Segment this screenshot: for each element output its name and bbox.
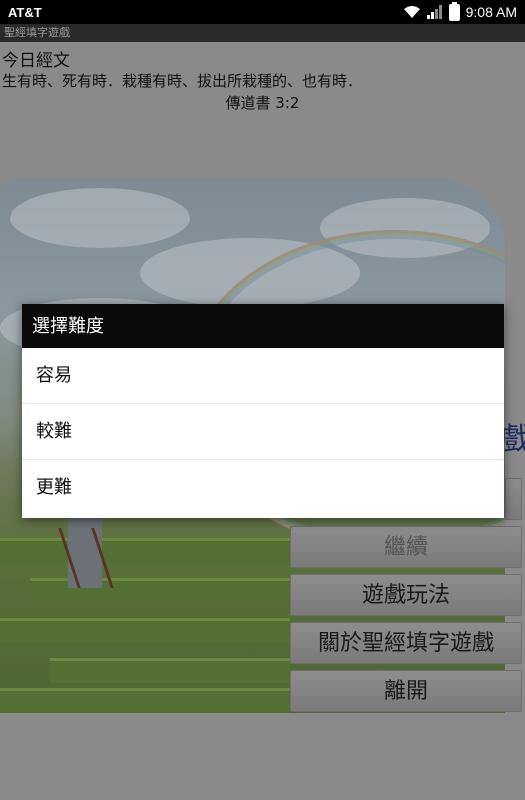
difficulty-option-easy[interactable]: 容易 (22, 348, 504, 404)
status-icons: 9:08 AM (403, 1, 517, 21)
clock: 9:08 AM (465, 4, 517, 20)
status-bar: AT&T 9:08 AM (0, 0, 525, 24)
difficulty-option-hardest[interactable]: 更難 (22, 460, 504, 516)
battery-icon (448, 1, 460, 21)
difficulty-option-harder[interactable]: 較難 (22, 404, 504, 460)
signal-icon (426, 5, 442, 19)
difficulty-dialog: 選擇難度 容易 較難 更難 (22, 304, 504, 518)
carrier-label: AT&T (8, 4, 42, 20)
dialog-title: 選擇難度 (22, 304, 504, 348)
wifi-icon (403, 6, 420, 18)
